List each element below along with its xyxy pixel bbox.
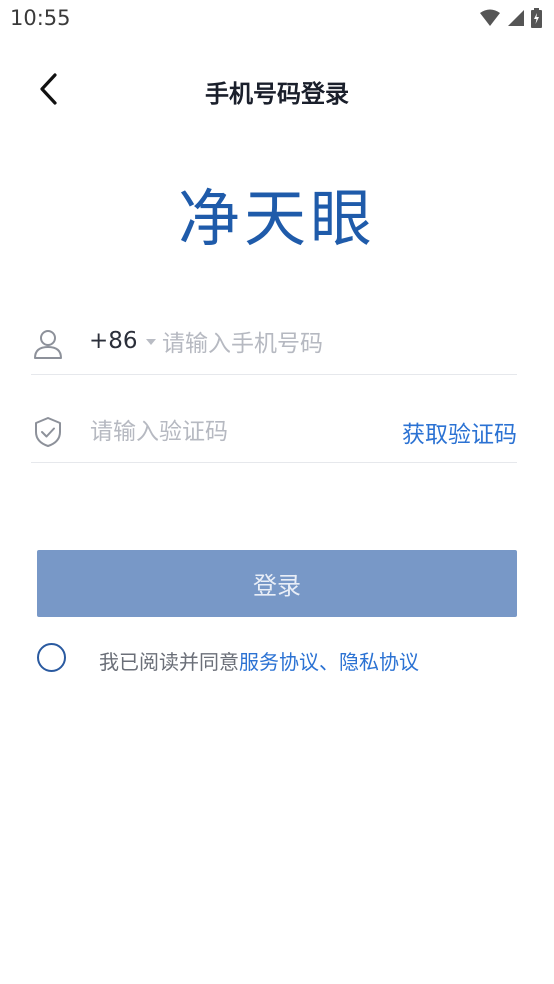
get-code-button[interactable]: 获取验证码 [402, 415, 517, 449]
status-icons [479, 8, 542, 28]
status-time: 10:55 [10, 6, 71, 30]
logo-text: 净天眼 [177, 182, 376, 255]
wifi-icon [480, 9, 500, 26]
verification-code-input[interactable] [90, 414, 370, 450]
user-icon [34, 330, 62, 359]
country-code-value: +86 [89, 328, 138, 354]
signal-icon [508, 10, 524, 26]
page-title: 手机号码登录 [205, 80, 349, 108]
caret-down-icon [145, 339, 156, 345]
agreement-radio[interactable] [37, 643, 66, 672]
login-button[interactable]: 登录 [37, 550, 517, 617]
phone-row: +86 [31, 314, 517, 375]
service-agreement-link[interactable]: 服务协议 [239, 650, 319, 674]
status-bar: 10:55 [0, 0, 554, 38]
country-code-select[interactable]: +86 [89, 328, 156, 354]
brand-logo: 净天眼 [0, 168, 554, 258]
shield-check-icon [35, 417, 61, 447]
agreement-prefix: 我已阅读并同意 [99, 650, 239, 674]
battery-icon [531, 8, 542, 28]
agreement-text: 我已阅读并同意服务协议、隐私协议 [99, 646, 419, 675]
code-row: 获取验证码 [31, 402, 517, 463]
agreement-row: 我已阅读并同意服务协议、隐私协议 [37, 643, 537, 675]
privacy-agreement-link[interactable]: 隐私协议 [339, 650, 419, 674]
agreement-separator: 、 [319, 650, 339, 674]
nav-bar: 手机号码登录 [0, 58, 554, 120]
phone-input[interactable] [162, 326, 502, 362]
